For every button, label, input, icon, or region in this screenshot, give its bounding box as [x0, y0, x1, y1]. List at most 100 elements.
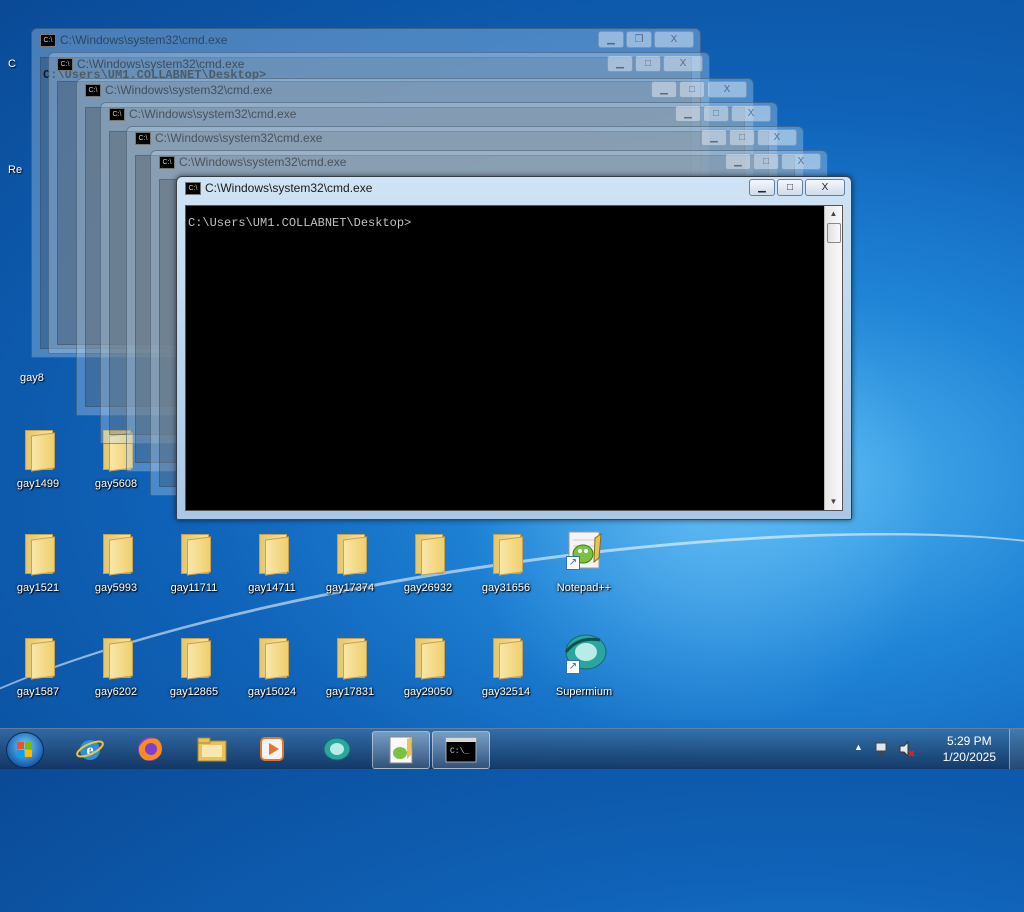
desktop-folder-icon[interactable]: gay5993 [80, 524, 152, 604]
maximize-button[interactable]: □ [703, 105, 729, 122]
desktop-folder-icon[interactable]: gay29050 [392, 628, 464, 708]
maximize-button[interactable]: □ [753, 153, 779, 170]
window-title: C:\ C:\Windows\system32\cmd.exe [85, 83, 653, 101]
taskbar-internet-explorer[interactable]: e [62, 731, 118, 767]
icon-label: gay17374 [325, 582, 375, 594]
folder-icon [179, 532, 211, 576]
folder-icon [23, 636, 55, 680]
desktop-folder-icon[interactable]: gay26932 [392, 524, 464, 604]
icon-label: gay32514 [481, 686, 531, 698]
desktop-icon-partial-3[interactable]: gay8 [20, 372, 44, 384]
maximize-button[interactable]: □ [777, 179, 803, 196]
supermium-shortcut[interactable]: ↗ Supermium [548, 628, 620, 708]
cmd-window-active[interactable]: C:\ C:\Windows\system32\cmd.exe ▁ □ X C:\… [176, 176, 852, 520]
taskbar: e C:\_ ▲ 5:29 PM 1/20/2025 [0, 728, 1024, 769]
command-prompt-icon: C:\_ [445, 737, 477, 763]
firefox-icon [138, 737, 162, 761]
icon-label: Supermium [555, 686, 613, 698]
folder-icon [257, 532, 289, 576]
close-button[interactable]: X [781, 153, 821, 170]
notepad-plus-plus-icon [389, 736, 413, 764]
icon-label: gay1499 [16, 478, 60, 490]
icon-label: gay5608 [94, 478, 138, 490]
icon-label: gay6202 [94, 686, 138, 698]
scroll-up-icon[interactable]: ▲ [825, 206, 842, 222]
desktop-folder-icon[interactable]: gay15024 [236, 628, 308, 708]
desktop-folder-icon[interactable]: gay17374 [314, 524, 386, 604]
maximize-button[interactable]: □ [729, 129, 755, 146]
icon-label: gay1521 [16, 582, 60, 594]
minimize-button[interactable]: ▁ [701, 129, 727, 146]
taskbar-command-prompt[interactable]: C:\_ [432, 731, 490, 769]
network-icon[interactable] [874, 740, 892, 758]
desktop-folder-icon[interactable]: gay1587 [2, 628, 74, 708]
desktop-icon-partial-2[interactable]: Re [8, 164, 22, 176]
minimize-button[interactable]: ▁ [725, 153, 751, 170]
cmd-icon: C:\ [109, 108, 125, 122]
start-button[interactable] [6, 732, 44, 768]
taskbar-firefox[interactable] [122, 731, 178, 767]
internet-explorer-icon: e [76, 740, 104, 760]
icon-label: gay5993 [94, 582, 138, 594]
close-button[interactable]: X [663, 55, 703, 72]
desktop-folder-icon[interactable]: gay31656 [470, 524, 542, 604]
icon-label: gay26932 [403, 582, 453, 594]
minimize-button[interactable]: ▁ [651, 81, 677, 98]
minimize-button[interactable]: ▁ [607, 55, 633, 72]
scroll-thumb[interactable] [827, 223, 841, 243]
vertical-scrollbar[interactable]: ▲ ▼ [824, 206, 842, 510]
cmd-icon: C:\ [40, 34, 56, 48]
icon-label: gay15024 [247, 686, 297, 698]
folder-icon [491, 532, 523, 576]
show-desktop-button[interactable] [1009, 729, 1024, 769]
show-hidden-icons-button[interactable]: ▲ [854, 742, 863, 752]
icon-label: gay12865 [169, 686, 219, 698]
minimize-button[interactable]: ▁ [675, 105, 701, 122]
desktop-folder-icon[interactable]: gay32514 [470, 628, 542, 708]
desktop-folder-icon[interactable]: gay1521 [2, 524, 74, 604]
volume-muted-icon[interactable] [898, 740, 916, 758]
scroll-down-icon[interactable]: ▼ [825, 494, 842, 510]
console-area[interactable]: C:\Users\UM1.COLLABNET\Desktop> ▲ ▼ [185, 205, 843, 511]
close-button[interactable]: X [731, 105, 771, 122]
desktop-folder-icon[interactable]: gay1499 [2, 420, 74, 500]
window-title: C:\ C:\Windows\system32\cmd.exe [159, 155, 727, 173]
folder-icon [23, 532, 55, 576]
maximize-button[interactable]: □ [635, 55, 661, 72]
cmd-icon: C:\ [185, 182, 201, 196]
taskbar-notepad-plus-plus[interactable] [372, 731, 430, 769]
minimize-button[interactable]: ▁ [749, 179, 775, 196]
restore-button[interactable]: ❐ [626, 31, 652, 48]
notepad-plus-plus-shortcut[interactable]: ↗ Notepad++ [548, 524, 620, 604]
system-clock[interactable]: 5:29 PM 1/20/2025 [943, 733, 996, 765]
close-button[interactable]: X [757, 129, 797, 146]
system-tray: ▲ 5:29 PM 1/20/2025 [854, 729, 1024, 769]
taskbar-supermium[interactable] [308, 731, 364, 767]
folder-icon [23, 428, 55, 472]
folder-icon [101, 636, 133, 680]
clock-time: 5:29 PM [946, 734, 992, 748]
window-title: C:\ C:\Windows\system32\cmd.exe [135, 131, 703, 149]
desktop-folder-icon[interactable]: gay17831 [314, 628, 386, 708]
close-button[interactable]: X [654, 31, 694, 48]
icon-label: Notepad++ [556, 582, 612, 594]
clock-date: 1/20/2025 [942, 750, 996, 764]
close-button[interactable]: X [707, 81, 747, 98]
desktop-icon-partial-1[interactable]: C [8, 58, 16, 70]
desktop-folder-icon[interactable]: gay6202 [80, 628, 152, 708]
cmd-icon: C:\ [85, 84, 101, 98]
desktop-folder-icon[interactable]: gay11711 [158, 524, 230, 604]
folder-icon [179, 636, 211, 680]
desktop-folder-icon[interactable]: gay14711 [236, 524, 308, 604]
close-button[interactable]: X [805, 179, 845, 196]
supermium-icon [323, 737, 351, 761]
taskbar-file-explorer[interactable] [184, 731, 240, 767]
minimize-button[interactable]: ▁ [598, 31, 624, 48]
desktop-folder-icon[interactable]: gay12865 [158, 628, 230, 708]
folder-icon [413, 532, 445, 576]
folder-icon [335, 636, 367, 680]
icon-label: gay14711 [248, 582, 296, 594]
maximize-button[interactable]: □ [679, 81, 705, 98]
taskbar-media-player[interactable] [244, 731, 300, 767]
cmd-icon: C:\ [57, 58, 73, 72]
